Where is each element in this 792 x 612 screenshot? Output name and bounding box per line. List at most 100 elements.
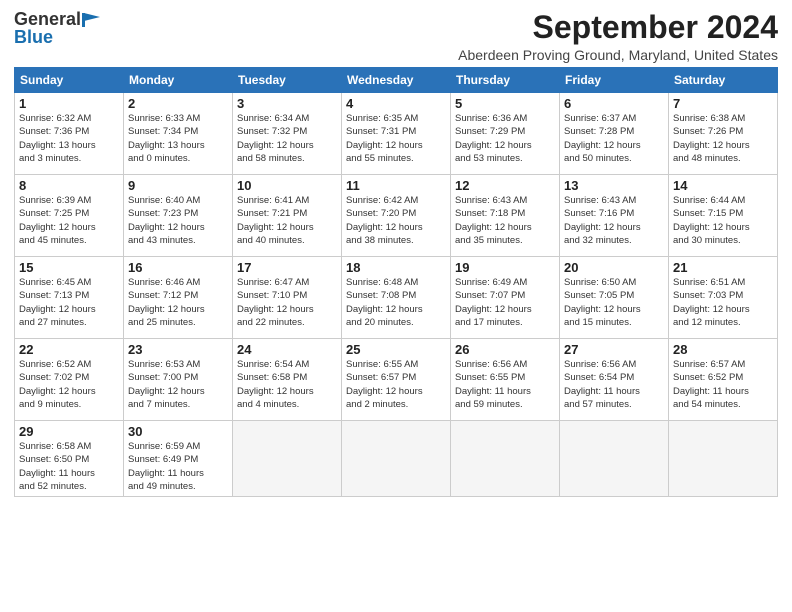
day-info: Sunrise: 6:37 AM Sunset: 7:28 PM Dayligh… bbox=[564, 112, 664, 165]
calendar-page: General Blue September 2024 Aberdeen Pro… bbox=[0, 0, 792, 612]
day-number: 14 bbox=[673, 178, 773, 193]
calendar-cell: 29Sunrise: 6:58 AM Sunset: 6:50 PM Dayli… bbox=[15, 421, 124, 497]
day-info: Sunrise: 6:54 AM Sunset: 6:58 PM Dayligh… bbox=[237, 358, 337, 411]
calendar-cell: 20Sunrise: 6:50 AM Sunset: 7:05 PM Dayli… bbox=[560, 257, 669, 339]
logo-blue-text: Blue bbox=[14, 28, 53, 46]
calendar-cell: 18Sunrise: 6:48 AM Sunset: 7:08 PM Dayli… bbox=[342, 257, 451, 339]
day-number: 30 bbox=[128, 424, 228, 439]
day-number: 15 bbox=[19, 260, 119, 275]
calendar-week-4: 22Sunrise: 6:52 AM Sunset: 7:02 PM Dayli… bbox=[15, 339, 778, 421]
day-info: Sunrise: 6:45 AM Sunset: 7:13 PM Dayligh… bbox=[19, 276, 119, 329]
day-info: Sunrise: 6:33 AM Sunset: 7:34 PM Dayligh… bbox=[128, 112, 228, 165]
day-number: 26 bbox=[455, 342, 555, 357]
day-info: Sunrise: 6:57 AM Sunset: 6:52 PM Dayligh… bbox=[673, 358, 773, 411]
title-block: September 2024 Aberdeen Proving Ground, … bbox=[458, 10, 778, 63]
calendar-cell: 27Sunrise: 6:56 AM Sunset: 6:54 PM Dayli… bbox=[560, 339, 669, 421]
col-wednesday: Wednesday bbox=[342, 68, 451, 93]
day-info: Sunrise: 6:38 AM Sunset: 7:26 PM Dayligh… bbox=[673, 112, 773, 165]
calendar-cell: 7Sunrise: 6:38 AM Sunset: 7:26 PM Daylig… bbox=[669, 93, 778, 175]
day-info: Sunrise: 6:43 AM Sunset: 7:16 PM Dayligh… bbox=[564, 194, 664, 247]
calendar-cell: 17Sunrise: 6:47 AM Sunset: 7:10 PM Dayli… bbox=[233, 257, 342, 339]
day-number: 12 bbox=[455, 178, 555, 193]
day-number: 19 bbox=[455, 260, 555, 275]
calendar-cell: 11Sunrise: 6:42 AM Sunset: 7:20 PM Dayli… bbox=[342, 175, 451, 257]
calendar-cell: 16Sunrise: 6:46 AM Sunset: 7:12 PM Dayli… bbox=[124, 257, 233, 339]
day-info: Sunrise: 6:35 AM Sunset: 7:31 PM Dayligh… bbox=[346, 112, 446, 165]
calendar-cell: 5Sunrise: 6:36 AM Sunset: 7:29 PM Daylig… bbox=[451, 93, 560, 175]
day-number: 4 bbox=[346, 96, 446, 111]
calendar-cell bbox=[560, 421, 669, 497]
day-number: 20 bbox=[564, 260, 664, 275]
day-number: 5 bbox=[455, 96, 555, 111]
logo-general-text: General bbox=[14, 9, 81, 29]
day-info: Sunrise: 6:49 AM Sunset: 7:07 PM Dayligh… bbox=[455, 276, 555, 329]
calendar-cell: 4Sunrise: 6:35 AM Sunset: 7:31 PM Daylig… bbox=[342, 93, 451, 175]
calendar-week-5: 29Sunrise: 6:58 AM Sunset: 6:50 PM Dayli… bbox=[15, 421, 778, 497]
day-info: Sunrise: 6:36 AM Sunset: 7:29 PM Dayligh… bbox=[455, 112, 555, 165]
day-number: 22 bbox=[19, 342, 119, 357]
day-number: 13 bbox=[564, 178, 664, 193]
day-number: 3 bbox=[237, 96, 337, 111]
col-sunday: Sunday bbox=[15, 68, 124, 93]
col-monday: Monday bbox=[124, 68, 233, 93]
day-info: Sunrise: 6:53 AM Sunset: 7:00 PM Dayligh… bbox=[128, 358, 228, 411]
day-info: Sunrise: 6:55 AM Sunset: 6:57 PM Dayligh… bbox=[346, 358, 446, 411]
col-thursday: Thursday bbox=[451, 68, 560, 93]
day-number: 27 bbox=[564, 342, 664, 357]
calendar-cell: 13Sunrise: 6:43 AM Sunset: 7:16 PM Dayli… bbox=[560, 175, 669, 257]
day-number: 21 bbox=[673, 260, 773, 275]
day-info: Sunrise: 6:43 AM Sunset: 7:18 PM Dayligh… bbox=[455, 194, 555, 247]
calendar-cell: 15Sunrise: 6:45 AM Sunset: 7:13 PM Dayli… bbox=[15, 257, 124, 339]
header: General Blue September 2024 Aberdeen Pro… bbox=[14, 10, 778, 63]
day-info: Sunrise: 6:59 AM Sunset: 6:49 PM Dayligh… bbox=[128, 440, 228, 493]
calendar-week-1: 1Sunrise: 6:32 AM Sunset: 7:36 PM Daylig… bbox=[15, 93, 778, 175]
day-number: 1 bbox=[19, 96, 119, 111]
col-saturday: Saturday bbox=[669, 68, 778, 93]
logo-general: General bbox=[14, 10, 100, 28]
day-info: Sunrise: 6:39 AM Sunset: 7:25 PM Dayligh… bbox=[19, 194, 119, 247]
col-friday: Friday bbox=[560, 68, 669, 93]
calendar-week-2: 8Sunrise: 6:39 AM Sunset: 7:25 PM Daylig… bbox=[15, 175, 778, 257]
day-number: 16 bbox=[128, 260, 228, 275]
day-info: Sunrise: 6:58 AM Sunset: 6:50 PM Dayligh… bbox=[19, 440, 119, 493]
calendar-cell: 21Sunrise: 6:51 AM Sunset: 7:03 PM Dayli… bbox=[669, 257, 778, 339]
day-number: 6 bbox=[564, 96, 664, 111]
calendar-cell: 1Sunrise: 6:32 AM Sunset: 7:36 PM Daylig… bbox=[15, 93, 124, 175]
day-info: Sunrise: 6:50 AM Sunset: 7:05 PM Dayligh… bbox=[564, 276, 664, 329]
calendar-table: Sunday Monday Tuesday Wednesday Thursday… bbox=[14, 67, 778, 497]
day-number: 7 bbox=[673, 96, 773, 111]
day-info: Sunrise: 6:40 AM Sunset: 7:23 PM Dayligh… bbox=[128, 194, 228, 247]
day-info: Sunrise: 6:32 AM Sunset: 7:36 PM Dayligh… bbox=[19, 112, 119, 165]
calendar-cell: 2Sunrise: 6:33 AM Sunset: 7:34 PM Daylig… bbox=[124, 93, 233, 175]
day-number: 28 bbox=[673, 342, 773, 357]
day-number: 23 bbox=[128, 342, 228, 357]
day-info: Sunrise: 6:56 AM Sunset: 6:55 PM Dayligh… bbox=[455, 358, 555, 411]
calendar-cell: 30Sunrise: 6:59 AM Sunset: 6:49 PM Dayli… bbox=[124, 421, 233, 497]
day-number: 17 bbox=[237, 260, 337, 275]
calendar-week-3: 15Sunrise: 6:45 AM Sunset: 7:13 PM Dayli… bbox=[15, 257, 778, 339]
logo: General Blue bbox=[14, 10, 100, 46]
calendar-cell: 23Sunrise: 6:53 AM Sunset: 7:00 PM Dayli… bbox=[124, 339, 233, 421]
day-number: 29 bbox=[19, 424, 119, 439]
calendar-cell bbox=[342, 421, 451, 497]
calendar-cell: 12Sunrise: 6:43 AM Sunset: 7:18 PM Dayli… bbox=[451, 175, 560, 257]
day-info: Sunrise: 6:47 AM Sunset: 7:10 PM Dayligh… bbox=[237, 276, 337, 329]
day-info: Sunrise: 6:56 AM Sunset: 6:54 PM Dayligh… bbox=[564, 358, 664, 411]
calendar-cell: 25Sunrise: 6:55 AM Sunset: 6:57 PM Dayli… bbox=[342, 339, 451, 421]
day-info: Sunrise: 6:52 AM Sunset: 7:02 PM Dayligh… bbox=[19, 358, 119, 411]
calendar-cell: 10Sunrise: 6:41 AM Sunset: 7:21 PM Dayli… bbox=[233, 175, 342, 257]
calendar-cell bbox=[233, 421, 342, 497]
header-row: Sunday Monday Tuesday Wednesday Thursday… bbox=[15, 68, 778, 93]
day-number: 9 bbox=[128, 178, 228, 193]
day-info: Sunrise: 6:41 AM Sunset: 7:21 PM Dayligh… bbox=[237, 194, 337, 247]
day-number: 25 bbox=[346, 342, 446, 357]
logo-flag-icon bbox=[82, 13, 100, 27]
calendar-cell bbox=[451, 421, 560, 497]
day-number: 18 bbox=[346, 260, 446, 275]
day-number: 11 bbox=[346, 178, 446, 193]
month-title: September 2024 bbox=[458, 10, 778, 45]
calendar-cell: 26Sunrise: 6:56 AM Sunset: 6:55 PM Dayli… bbox=[451, 339, 560, 421]
day-number: 8 bbox=[19, 178, 119, 193]
day-number: 2 bbox=[128, 96, 228, 111]
calendar-cell: 14Sunrise: 6:44 AM Sunset: 7:15 PM Dayli… bbox=[669, 175, 778, 257]
